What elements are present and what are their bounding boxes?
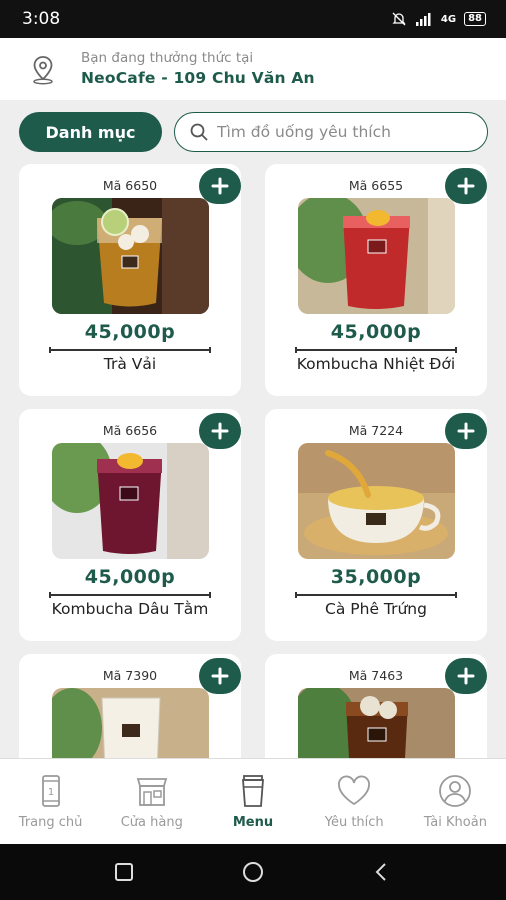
nav-item-home[interactable]: 1 Trang chủ xyxy=(0,759,101,844)
plus-icon xyxy=(211,667,229,685)
heart-icon xyxy=(338,775,371,806)
plus-icon xyxy=(457,667,475,685)
search-icon xyxy=(190,123,208,141)
plus-icon xyxy=(211,177,229,195)
plus-icon xyxy=(457,422,475,440)
nav-item-favorites[interactable]: Yêu thích xyxy=(304,759,405,844)
nav-item-account[interactable]: Tài Khoản xyxy=(405,759,506,844)
phone-icon: 1 xyxy=(41,775,60,807)
product-price: 45,000p xyxy=(84,566,176,588)
product-price: 35,000p xyxy=(330,566,422,588)
signal-icon xyxy=(415,13,431,26)
nav-label: Tài Khoản xyxy=(423,815,487,830)
svg-text:1: 1 xyxy=(47,787,53,798)
add-to-cart-button[interactable] xyxy=(199,168,241,204)
add-to-cart-button[interactable] xyxy=(445,168,487,204)
add-to-cart-button[interactable] xyxy=(445,413,487,449)
status-bar: 3:08 4G 88 xyxy=(0,0,506,38)
product-card[interactable]: Mã 7463 xyxy=(265,654,487,758)
divider xyxy=(295,347,457,353)
recents-icon[interactable] xyxy=(112,860,136,884)
home-icon[interactable] xyxy=(241,860,265,884)
bottom-nav: 1 Trang chủ Cửa hàng Menu Yêu thích Tài … xyxy=(0,758,506,844)
system-nav-bar xyxy=(0,844,506,900)
user-icon xyxy=(439,775,472,807)
product-card[interactable]: Mã 7390 xyxy=(19,654,241,758)
product-name: Trà Vải xyxy=(103,355,157,373)
divider xyxy=(49,592,211,598)
divider xyxy=(49,347,211,353)
product-image xyxy=(52,443,209,559)
product-image xyxy=(298,688,455,758)
product-grid: Mã 6650 45,000p Trà Vải Mã 6655 45,000p … xyxy=(0,160,506,758)
status-time: 3:08 xyxy=(22,9,61,29)
product-card[interactable]: Mã 6656 45,000p Kombucha Dâu Tằm xyxy=(19,409,241,641)
category-button[interactable]: Danh mục xyxy=(19,112,162,152)
product-card[interactable]: Mã 7224 35,000p Cà Phê Trứng xyxy=(265,409,487,641)
toolbar: Danh mục xyxy=(0,100,506,160)
nav-item-menu[interactable]: Menu xyxy=(202,759,303,844)
cup-icon xyxy=(242,775,264,807)
product-image xyxy=(298,443,455,559)
product-name: Kombucha Nhiệt Đới xyxy=(296,355,456,373)
store-icon xyxy=(136,778,167,806)
search-box[interactable] xyxy=(174,112,488,152)
product-card[interactable]: Mã 6650 45,000p Trà Vải xyxy=(19,164,241,396)
product-price: 45,000p xyxy=(84,321,176,343)
divider xyxy=(295,592,457,598)
plus-icon xyxy=(457,177,475,195)
search-input[interactable] xyxy=(217,123,467,141)
location-pin-icon xyxy=(33,56,53,85)
battery-icon: 88 xyxy=(464,12,486,26)
location-text: Bạn đang thưởng thức tại NeoCafe - 109 C… xyxy=(81,50,315,87)
nav-item-store[interactable]: Cửa hàng xyxy=(101,759,202,844)
product-image xyxy=(52,198,209,314)
product-image xyxy=(298,198,455,314)
nav-label: Cửa hàng xyxy=(120,815,183,830)
add-to-cart-button[interactable] xyxy=(199,658,241,694)
location-bar[interactable]: Bạn đang thưởng thức tại NeoCafe - 109 C… xyxy=(0,38,506,100)
product-name: Cà Phê Trứng xyxy=(325,600,427,618)
add-to-cart-button[interactable] xyxy=(445,658,487,694)
nav-label: Menu xyxy=(232,815,274,830)
nav-label: Trang chủ xyxy=(18,815,83,830)
store-name: NeoCafe - 109 Chu Văn An xyxy=(81,69,315,87)
mute-icon xyxy=(392,12,406,26)
nav-label: Yêu thích xyxy=(324,815,384,830)
product-name: Kombucha Dâu Tằm xyxy=(51,600,209,618)
location-label: Bạn đang thưởng thức tại xyxy=(81,50,254,66)
product-price: 45,000p xyxy=(330,321,422,343)
status-icons: 4G 88 xyxy=(391,11,486,27)
product-card[interactable]: Mã 6655 45,000p Kombucha Nhiệt Đới xyxy=(265,164,487,396)
back-icon[interactable] xyxy=(370,860,394,884)
product-image xyxy=(52,688,209,758)
network-type: 4G xyxy=(440,13,457,25)
plus-icon xyxy=(211,422,229,440)
add-to-cart-button[interactable] xyxy=(199,413,241,449)
